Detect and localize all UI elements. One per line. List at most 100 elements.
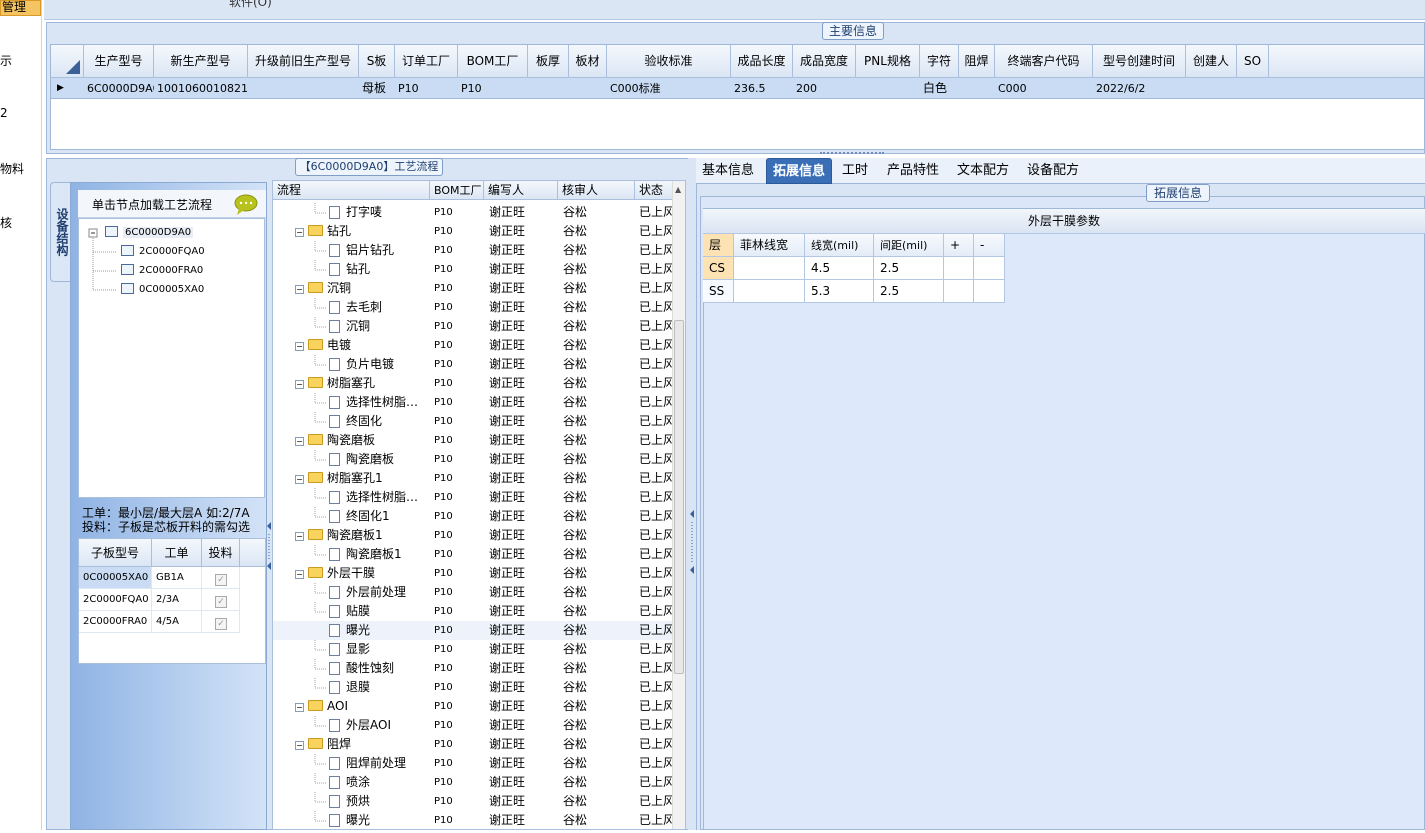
flow-row[interactable]: 曝光 P10 谢正旺 谷松 已上风: [273, 621, 673, 640]
cell-order-factory[interactable]: P10: [395, 78, 458, 99]
feed-checkbox[interactable]: ✓: [202, 589, 240, 611]
table-cell[interactable]: 2/3A: [152, 589, 202, 611]
table-cell[interactable]: 2C0000FRA0: [79, 611, 152, 633]
col-header-char[interactable]: 字符: [920, 45, 959, 78]
flow-row[interactable]: 酸性蚀刻 P10 谢正旺 谷松 已上风: [273, 659, 673, 678]
tree-node-root[interactable]: 6C0000D9A0: [105, 225, 194, 241]
flow-row[interactable]: 沉铜 P10 谢正旺 谷松 已上风: [273, 317, 673, 336]
col-header-material[interactable]: 板材: [569, 45, 607, 78]
tree-node-child-2[interactable]: 0C00005XA0: [121, 282, 204, 298]
tab-text-recipe[interactable]: 文本配方: [957, 158, 1019, 184]
nav-item-2[interactable]: 2: [0, 106, 8, 120]
cell-width[interactable]: 200: [793, 78, 856, 99]
cell-length[interactable]: 236.5: [731, 78, 793, 99]
table-cell[interactable]: 0C00005XA0: [79, 567, 152, 589]
cell-pnl[interactable]: [856, 78, 920, 99]
sub-col-header-order[interactable]: 工单: [152, 539, 202, 567]
col-header-created-time[interactable]: 型号创建时间: [1093, 45, 1186, 78]
collapse-toggle-icon[interactable]: −: [295, 437, 304, 446]
flow-row[interactable]: 贴膜 P10 谢正旺 谷松 已上风: [273, 602, 673, 621]
ext-cell-plus[interactable]: [944, 280, 974, 303]
flow-row[interactable]: 打字唛 P10 谢正旺 谷松 已上风: [273, 203, 673, 222]
sub-col-header-feed[interactable]: 投料: [202, 539, 240, 567]
cell-so[interactable]: [1237, 78, 1269, 99]
flow-row[interactable]: − 钻孔 P10 谢正旺 谷松 已上风: [273, 222, 673, 241]
flow-row[interactable]: 阻焊前处理 P10 谢正旺 谷松 已上风: [273, 754, 673, 773]
flow-row[interactable]: 钻孔 P10 谢正旺 谷松 已上风: [273, 260, 673, 279]
tree-node-child-1[interactable]: 2C0000FRA0: [121, 263, 203, 279]
nav-item-3[interactable]: 物料: [0, 160, 24, 177]
cell-material[interactable]: [569, 78, 607, 99]
flow-row[interactable]: 预烘 P10 谢正旺 谷松 已上风: [273, 792, 673, 811]
flow-row[interactable]: − AOI P10 谢正旺 谷松 已上风: [273, 697, 673, 716]
flow-row[interactable]: − 电镀 P10 谢正旺 谷松 已上风: [273, 336, 673, 355]
table-cell[interactable]: GB1A: [152, 567, 202, 589]
flow-row[interactable]: − 阻焊 P10 谢正旺 谷松 已上风: [273, 735, 673, 754]
nav-item-1[interactable]: 示: [0, 52, 12, 69]
col-header-width[interactable]: 成品宽度: [793, 45, 856, 78]
table-cell[interactable]: 4/5A: [152, 611, 202, 633]
cell-s-board[interactable]: 母板: [359, 78, 395, 99]
flow-row[interactable]: − 树脂塞孔1 P10 谢正旺 谷松 已上风: [273, 469, 673, 488]
flow-row[interactable]: 选择性树脂… P10 谢正旺 谷松 已上风: [273, 393, 673, 412]
ext-cell-minus[interactable]: [974, 280, 1005, 303]
flow-row[interactable]: 铝片钻孔 P10 谢正旺 谷松 已上风: [273, 241, 673, 260]
nav-item-4[interactable]: 核: [0, 214, 12, 231]
cell-old-model[interactable]: [248, 78, 359, 99]
flow-row[interactable]: 显影 P10 谢正旺 谷松 已上风: [273, 640, 673, 659]
col-header-solder[interactable]: 阻焊: [959, 45, 995, 78]
col-header-order-factory[interactable]: 订单工厂: [395, 45, 458, 78]
ext-cell-width[interactable]: 5.3: [805, 280, 874, 303]
col-header-length[interactable]: 成品长度: [731, 45, 793, 78]
tab-work-hours[interactable]: 工时: [842, 158, 878, 184]
col-header-bom-factory[interactable]: BOM工厂: [458, 45, 528, 78]
flow-row[interactable]: − 陶瓷磨板 P10 谢正旺 谷松 已上风: [273, 431, 673, 450]
collapse-toggle-icon[interactable]: −: [295, 285, 304, 294]
horizontal-splitter[interactable]: [820, 152, 884, 157]
cell-thickness[interactable]: [528, 78, 569, 99]
flow-row[interactable]: − 树脂塞孔 P10 谢正旺 谷松 已上风: [273, 374, 673, 393]
collapse-toggle-icon[interactable]: −: [295, 342, 304, 351]
flow-row[interactable]: 终固化1 P10 谢正旺 谷松 已上风: [273, 507, 673, 526]
cell-char[interactable]: 白色: [920, 78, 959, 99]
col-header-customer[interactable]: 终端客户代码: [995, 45, 1093, 78]
flow-row[interactable]: 退膜 P10 谢正旺 谷松 已上风: [273, 678, 673, 697]
tab-extended-info[interactable]: 拓展信息: [766, 158, 832, 184]
collapse-toggle-icon[interactable]: −: [295, 228, 304, 237]
flow-row[interactable]: 外层AOI P10 谢正旺 谷松 已上风: [273, 716, 673, 735]
flow-row[interactable]: 外层前处理 P10 谢正旺 谷松 已上风: [273, 583, 673, 602]
flow-row[interactable]: 终固化 P10 谢正旺 谷松 已上风: [273, 412, 673, 431]
collapse-toggle-icon[interactable]: −: [295, 570, 304, 579]
tab-product-features[interactable]: 产品特性: [887, 158, 949, 184]
col-header-old-model[interactable]: 升级前旧生产型号: [248, 45, 359, 78]
col-header-pnl[interactable]: PNL规格: [856, 45, 920, 78]
flow-row[interactable]: − 外层干膜 P10 谢正旺 谷松 已上风: [273, 564, 673, 583]
ext-cell-layer[interactable]: CS: [703, 257, 734, 280]
collapse-toggle-icon[interactable]: −: [295, 380, 304, 389]
ext-cell-film[interactable]: [734, 257, 805, 280]
flow-row[interactable]: 喷涂 P10 谢正旺 谷松 已上风: [273, 773, 673, 792]
col-header-so[interactable]: SO: [1237, 45, 1269, 78]
cell-new-model[interactable]: 10010600108211: [154, 78, 248, 99]
nav-item-0[interactable]: 管理: [2, 0, 26, 15]
table-cell[interactable]: 2C0000FQA0: [79, 589, 152, 611]
flow-row[interactable]: 曝光 P10 谢正旺 谷松 已上风: [273, 811, 673, 829]
ext-col-header-width[interactable]: 线宽(mil): [805, 234, 874, 257]
toolbar-partial-text[interactable]: 软件(O): [229, 0, 272, 10]
col-header-thickness[interactable]: 板厚: [528, 45, 569, 78]
cell-bom-factory[interactable]: P10: [458, 78, 528, 99]
device-structure-tab[interactable]: 设备结构: [50, 182, 72, 282]
cell-model[interactable]: 6C0000D9A0: [84, 78, 154, 99]
ext-col-header-layer[interactable]: 层: [703, 234, 734, 257]
ext-cell-plus[interactable]: [944, 257, 974, 280]
grid-corner[interactable]: [51, 45, 84, 78]
flow-col-header-process[interactable]: 流程: [273, 181, 430, 200]
feed-checkbox[interactable]: ✓: [202, 567, 240, 589]
ext-cell-spacing[interactable]: 2.5: [874, 257, 944, 280]
tab-basic-info[interactable]: 基本信息: [702, 158, 764, 184]
flow-row[interactable]: 选择性树脂… P10 谢正旺 谷松 已上风: [273, 488, 673, 507]
flow-col-header-bom[interactable]: BOM工厂: [430, 181, 484, 200]
tree-node-child-0[interactable]: 2C0000FQA0: [121, 244, 205, 260]
flow-row[interactable]: 陶瓷磨板1 P10 谢正旺 谷松 已上风: [273, 545, 673, 564]
cell-solder[interactable]: [959, 78, 995, 99]
